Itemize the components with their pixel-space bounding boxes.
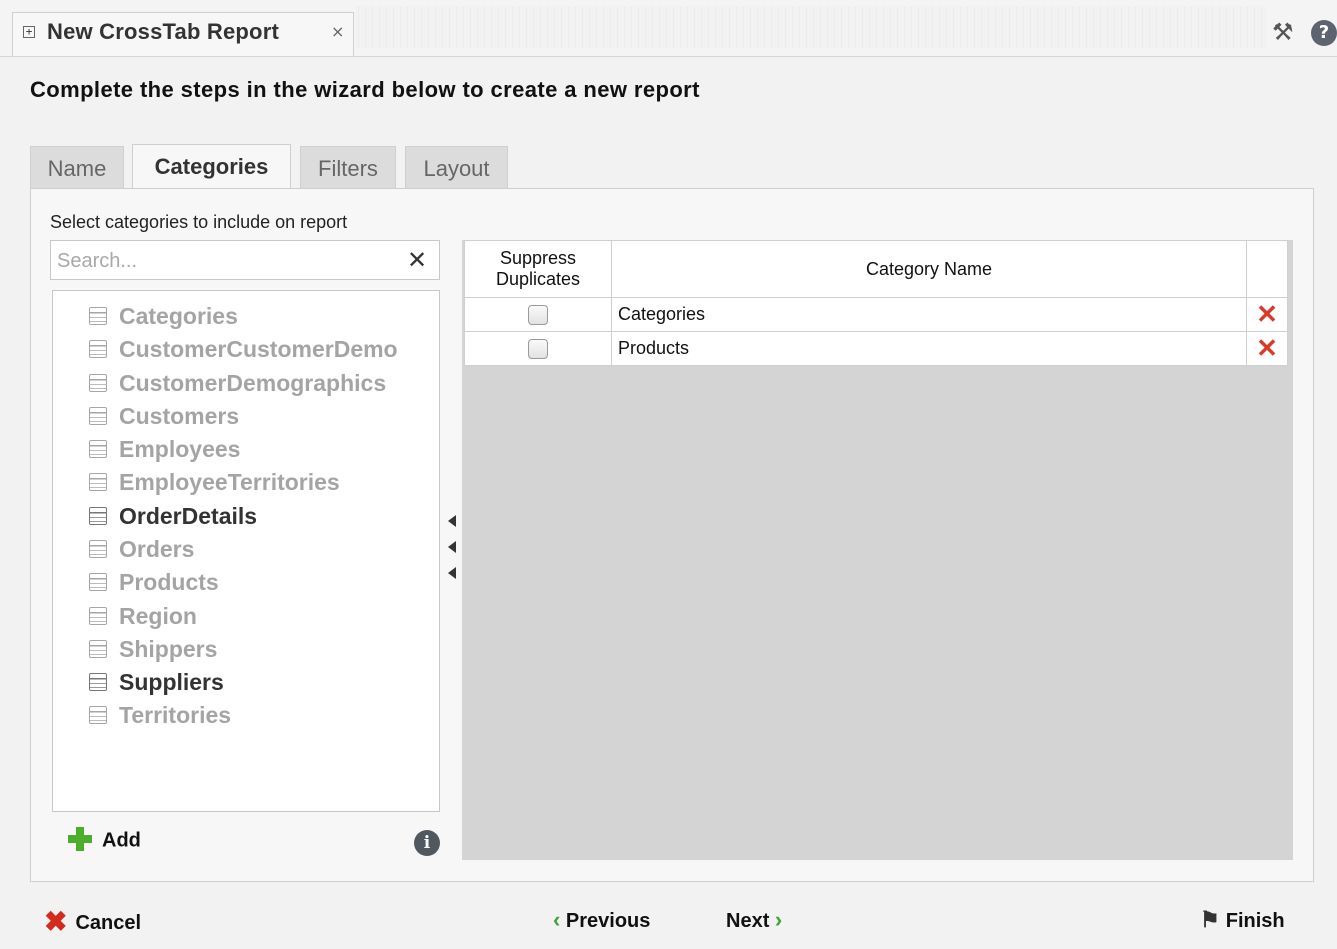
list-item-label: Suppliers xyxy=(119,669,224,695)
next-button[interactable]: Next › xyxy=(726,907,782,933)
cancel-label: Cancel xyxy=(75,911,142,934)
list-item[interactable]: Orders xyxy=(89,536,194,566)
list-item[interactable]: Employees xyxy=(89,436,240,466)
list-item[interactable]: Products xyxy=(89,569,219,599)
suppress-cell xyxy=(464,297,612,332)
expand-icon[interactable]: + xyxy=(23,26,35,38)
categories-grid: Suppress Duplicates Category Name Catego… xyxy=(464,240,1288,366)
tab-layout[interactable]: Layout xyxy=(405,146,508,190)
list-item-label: Shippers xyxy=(119,636,218,662)
category-name-cell: Categories xyxy=(611,297,1247,332)
checkered-flag-icon: ⚑ xyxy=(1200,907,1220,932)
collapse-arrow-icon[interactable] xyxy=(448,567,456,579)
add-button[interactable]: Add xyxy=(68,827,141,853)
table-icon xyxy=(89,705,107,724)
table-icon xyxy=(89,406,107,425)
delete-icon[interactable]: ✕ xyxy=(1256,333,1278,363)
table-icon xyxy=(89,572,107,591)
info-icon[interactable]: i xyxy=(414,830,440,856)
column-header-category-name[interactable]: Category Name xyxy=(611,240,1247,298)
list-item-label: EmployeeTerritories xyxy=(119,469,340,495)
list-item-label: Territories xyxy=(119,702,232,728)
category-name-cell: Products xyxy=(611,331,1247,366)
tabstrip-background xyxy=(355,6,1267,48)
cancel-icon: ✖ xyxy=(44,906,68,937)
finish-label: Finish xyxy=(1225,910,1285,932)
tab-categories[interactable]: Categories xyxy=(132,144,291,190)
list-item[interactable]: Shippers xyxy=(89,636,217,666)
list-item[interactable]: Categories xyxy=(89,303,238,333)
instruction-label: Select categories to include on report xyxy=(50,212,348,232)
table-icon xyxy=(89,506,107,525)
suppress-checkbox[interactable] xyxy=(528,339,548,360)
delete-cell: ✕ xyxy=(1246,297,1288,332)
list-item[interactable]: CustomerCustomerDemo xyxy=(89,336,398,366)
delete-icon[interactable]: ✕ xyxy=(1256,299,1278,329)
table-list: Categories CustomerCustomerDemo Customer… xyxy=(52,290,440,812)
list-item-label: CustomerDemographics xyxy=(119,370,387,396)
chevron-left-icon: ‹ xyxy=(553,907,561,932)
collapse-arrow-icon[interactable] xyxy=(448,515,456,527)
tab-name[interactable]: Name xyxy=(30,146,124,190)
cancel-button[interactable]: ✖ Cancel xyxy=(44,906,142,940)
table-icon xyxy=(89,339,107,358)
list-item-label: Categories xyxy=(119,303,238,329)
document-tabstrip: + New CrossTab Report × ⚒ ? xyxy=(0,0,1337,57)
list-item[interactable]: Suppliers xyxy=(89,669,224,699)
table-icon xyxy=(89,606,107,625)
table-row: Categories ✕ xyxy=(464,297,1288,332)
list-item[interactable]: OrderDetails xyxy=(89,503,257,533)
plus-icon xyxy=(68,827,92,851)
table-icon xyxy=(89,439,107,458)
column-header-suppress[interactable]: Suppress Duplicates xyxy=(464,240,612,298)
table-icon xyxy=(89,472,107,491)
tools-icon[interactable]: ⚒ xyxy=(1272,20,1294,44)
close-icon[interactable]: × xyxy=(331,22,344,41)
delete-cell: ✕ xyxy=(1246,331,1288,366)
list-item-label: Products xyxy=(119,569,219,595)
table-icon xyxy=(89,639,107,658)
add-label: Add xyxy=(102,829,141,852)
search-input[interactable] xyxy=(55,245,399,277)
previous-label: Previous xyxy=(565,910,651,932)
list-item-label: Employees xyxy=(119,436,241,462)
list-item-label: OrderDetails xyxy=(119,503,258,529)
tab-filters[interactable]: Filters xyxy=(300,146,396,190)
list-item-label: CustomerCustomerDemo xyxy=(119,336,398,362)
list-item[interactable]: CustomerDemographics xyxy=(89,370,386,400)
list-item[interactable]: Customers xyxy=(89,403,239,433)
table-icon xyxy=(89,672,107,691)
suppress-checkbox[interactable] xyxy=(528,305,548,326)
previous-button[interactable]: ‹ Previous xyxy=(553,907,650,933)
table-icon xyxy=(89,306,107,325)
chevron-right-icon: › xyxy=(774,907,783,932)
document-tab-title[interactable]: New CrossTab Report xyxy=(47,19,279,45)
clear-search-icon[interactable]: ✕ xyxy=(407,245,427,275)
table-icon xyxy=(89,539,107,558)
suppress-cell xyxy=(464,331,612,366)
next-label: Next xyxy=(726,910,770,932)
search-box: ✕ xyxy=(50,240,440,280)
table-row: Products ✕ xyxy=(464,331,1288,366)
list-item-label: Orders xyxy=(119,536,195,562)
help-icon[interactable]: ? xyxy=(1311,20,1337,46)
document-tab[interactable]: + New CrossTab Report × xyxy=(12,12,354,56)
collapse-arrow-icon[interactable] xyxy=(448,541,456,553)
list-item-label: Customers xyxy=(119,403,240,429)
table-icon xyxy=(89,373,107,392)
page-title: Complete the steps in the wizard below t… xyxy=(30,77,700,102)
list-item-label: Region xyxy=(119,603,197,629)
list-item[interactable]: Region xyxy=(89,603,197,633)
list-item[interactable]: EmployeeTerritories xyxy=(89,469,340,499)
finish-button[interactable]: ⚑ Finish xyxy=(1200,907,1285,933)
list-item[interactable]: Territories xyxy=(89,702,231,732)
column-header-actions xyxy=(1246,240,1288,298)
